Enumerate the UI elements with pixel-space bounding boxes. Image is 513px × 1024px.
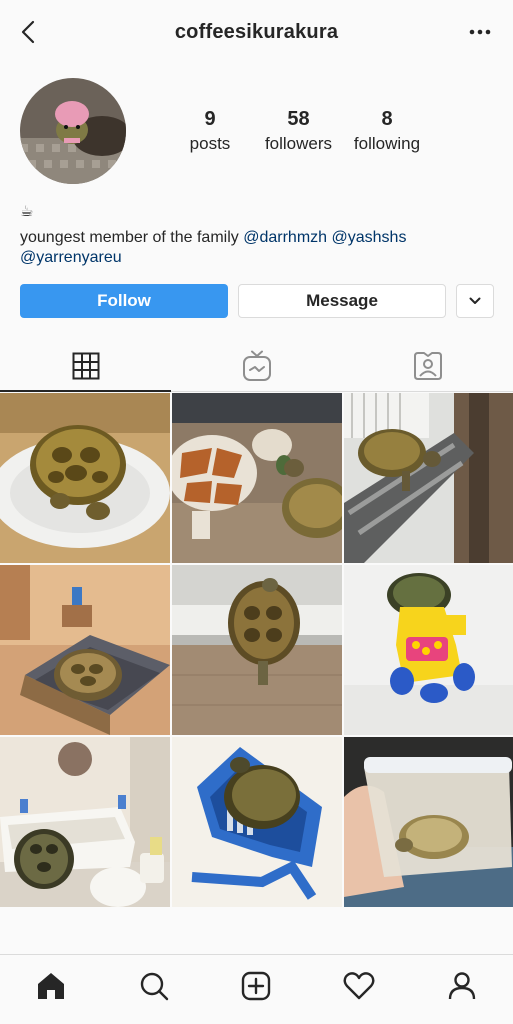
tab-igtv[interactable] bbox=[171, 340, 342, 391]
post-image bbox=[0, 737, 170, 907]
post-image bbox=[0, 565, 170, 735]
followers-count: 58 bbox=[287, 108, 310, 130]
posts-grid bbox=[0, 393, 513, 907]
plus-square-icon bbox=[242, 971, 271, 1000]
back-button[interactable] bbox=[14, 18, 42, 46]
tab-tagged[interactable] bbox=[342, 340, 513, 391]
post-image bbox=[172, 393, 342, 563]
nav-activity[interactable] bbox=[334, 961, 384, 1011]
post-thumbnail[interactable] bbox=[172, 565, 342, 735]
post-thumbnail[interactable] bbox=[172, 393, 342, 563]
posts-count: 9 bbox=[204, 108, 216, 130]
search-icon bbox=[140, 972, 169, 1000]
profile-bio: ☕ youngest member of the family @darrhmz… bbox=[20, 202, 490, 268]
avatar-image bbox=[20, 78, 126, 184]
followers-stat[interactable]: 58 followers bbox=[255, 108, 343, 154]
follow-button[interactable]: Follow bbox=[20, 284, 228, 318]
message-button[interactable]: Message bbox=[238, 284, 446, 318]
post-thumbnail[interactable] bbox=[172, 737, 342, 907]
top-bar: coffeesikurakura bbox=[0, 0, 513, 64]
tab-grid[interactable] bbox=[0, 340, 171, 392]
bio-text: youngest member of the family bbox=[20, 229, 244, 246]
profile-avatar[interactable] bbox=[20, 78, 126, 184]
nav-home[interactable] bbox=[26, 961, 76, 1011]
post-thumbnail[interactable] bbox=[344, 737, 513, 907]
home-icon bbox=[38, 972, 65, 999]
following-count: 8 bbox=[381, 108, 393, 130]
grid-icon bbox=[72, 352, 99, 379]
post-image bbox=[172, 565, 342, 735]
mention-link[interactable]: @darrhmzh bbox=[243, 229, 327, 246]
post-image bbox=[344, 737, 513, 907]
suggested-accounts-button[interactable] bbox=[456, 284, 494, 318]
chevron-left-icon bbox=[21, 20, 35, 44]
following-label: following bbox=[353, 134, 421, 153]
mention-link[interactable]: @yarrenyareu bbox=[20, 249, 122, 266]
profile-tabs bbox=[0, 340, 513, 392]
post-thumbnail[interactable] bbox=[0, 565, 170, 735]
coffee-emoji: ☕ bbox=[20, 203, 34, 220]
more-horizontal-icon bbox=[469, 29, 491, 35]
post-thumbnail[interactable] bbox=[344, 565, 513, 735]
post-thumbnail[interactable] bbox=[344, 393, 513, 563]
tagged-icon bbox=[413, 351, 442, 380]
post-image bbox=[172, 737, 342, 907]
post-image bbox=[0, 393, 170, 563]
posts-stat[interactable]: 9 posts bbox=[166, 108, 254, 154]
following-stat[interactable]: 8 following bbox=[343, 108, 431, 154]
more-options-button[interactable] bbox=[467, 20, 493, 44]
post-image bbox=[344, 565, 513, 735]
mention-link[interactable]: @yashshs bbox=[332, 229, 407, 246]
post-thumbnail[interactable] bbox=[0, 737, 170, 907]
heart-icon bbox=[343, 971, 375, 999]
followers-label: followers bbox=[264, 134, 333, 153]
nav-new-post[interactable] bbox=[231, 961, 281, 1011]
post-image bbox=[344, 393, 513, 563]
post-thumbnail[interactable] bbox=[0, 393, 170, 563]
posts-label: posts bbox=[189, 134, 231, 153]
chevron-down-icon bbox=[469, 297, 481, 304]
profile-username: coffeesikurakura bbox=[174, 20, 339, 43]
nav-profile[interactable] bbox=[437, 961, 487, 1011]
profile-stats: 9 posts 58 followers 8 following bbox=[166, 108, 431, 154]
person-icon bbox=[448, 971, 475, 999]
bottom-navigation bbox=[0, 954, 513, 1024]
igtv-icon bbox=[242, 350, 271, 381]
nav-search[interactable] bbox=[129, 961, 179, 1011]
